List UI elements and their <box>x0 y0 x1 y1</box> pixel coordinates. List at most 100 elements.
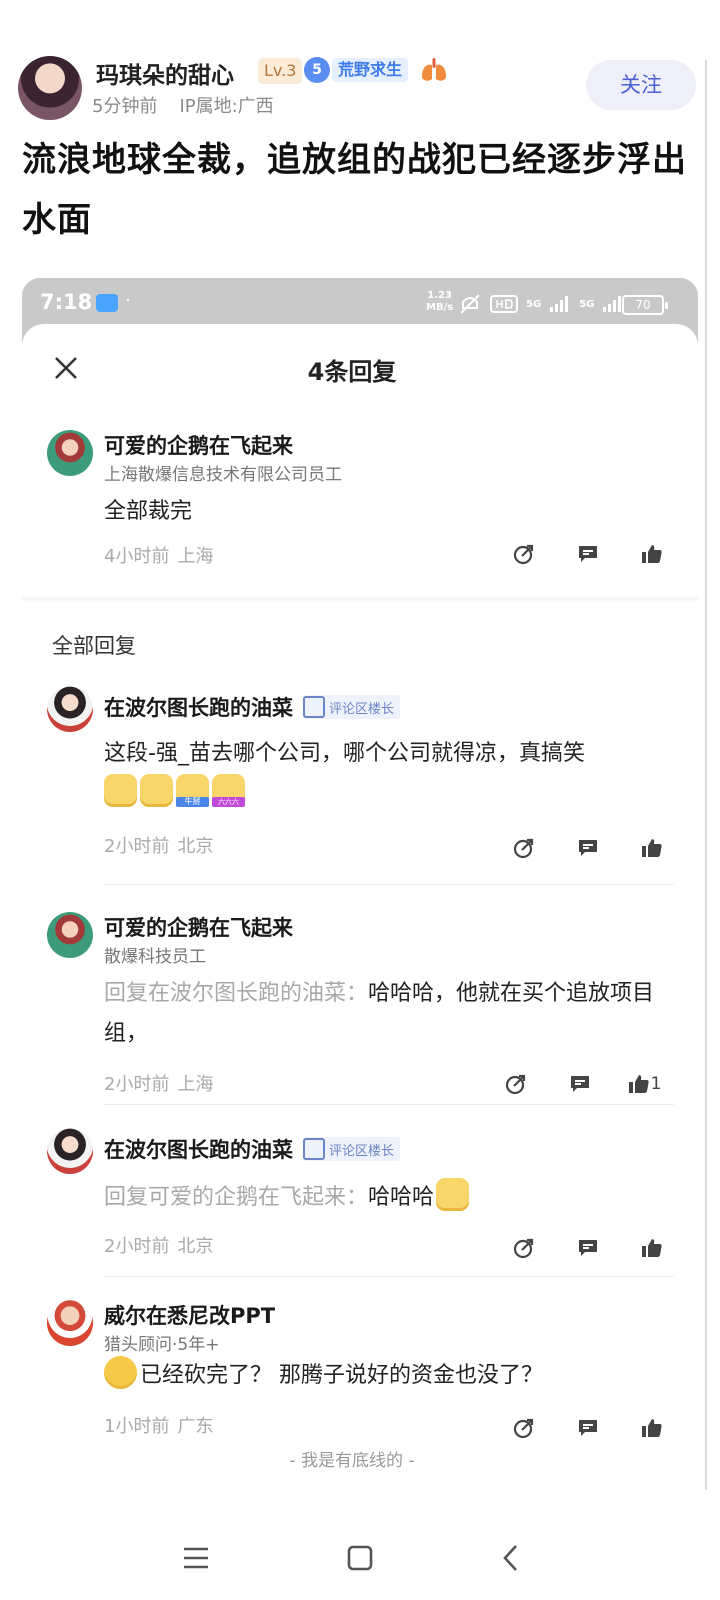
reply-item: 威尔在悉尼改PPT 猎头顾问·5年+ 已经砍完了？ 那腾子说好的资金也没了？ 1… <box>22 1300 698 1460</box>
embedded-screenshot[interactable]: 7:18 · 1.23 MB/s 5G 5G 70 4条回复 可爱的企鹅在飞起来… <box>22 278 698 1518</box>
avatar[interactable] <box>47 430 93 476</box>
badge-label: 评论区楼长 <box>329 701 395 717</box>
reply-button[interactable] <box>556 1236 620 1260</box>
comment-actions: 1 <box>484 1072 676 1096</box>
grin-emoji-icon <box>436 1178 470 1211</box>
comment-meta: 2小时前 上海 <box>104 1070 213 1096</box>
app-notification-icon <box>96 294 118 312</box>
commenter-name[interactable]: 可爱的企鹅在飞起来 <box>104 912 293 942</box>
avatar[interactable] <box>47 1300 93 1346</box>
net-speed-unit: MB/s <box>426 302 454 313</box>
share-button[interactable] <box>492 542 556 566</box>
follow-button[interactable]: 关注 <box>586 60 696 110</box>
thumbs-up-icon <box>642 545 662 563</box>
commenter-name-text: 可爱的企鹅在飞起来 <box>104 916 293 940</box>
reply-button[interactable] <box>548 1072 612 1096</box>
thumbs-up-icon <box>642 839 662 857</box>
comment-text: 这段-强_苗去哪个公司，哪个公司就得凉，真搞笑 牛掰 六六六 <box>104 734 664 814</box>
reply-button[interactable] <box>556 836 620 860</box>
commenter-name-text: 可爱的企鹅在飞起来 <box>104 434 293 458</box>
status-icons: 5G 5G <box>458 292 624 316</box>
avatar[interactable] <box>47 686 93 732</box>
system-navbar <box>0 1518 720 1600</box>
comment-text: 已经砍完了？ 那腾子说好的资金也没了？ <box>104 1356 664 1396</box>
comment-location: 上海 <box>177 1074 214 1095</box>
comment-icon <box>571 1076 589 1092</box>
comment-actions <box>492 836 684 860</box>
comment-text-content: 哈哈哈 <box>368 1185 435 1210</box>
commenter-name[interactable]: 在波尔图长跑的油菜 评论区楼长 <box>104 692 401 722</box>
status-dot-icon: · <box>125 290 131 311</box>
net-speed-value: 1.23 <box>427 290 452 301</box>
mute-icon <box>460 294 480 314</box>
medal-label: 荒野求生 <box>332 58 409 82</box>
badge-icon <box>303 1138 325 1160</box>
replies-sheet: 4条回复 可爱的企鹅在飞起来 上海散爆信息技术有限公司员工 全部裁完 4小时前上… <box>22 324 698 1518</box>
menu-icon[interactable] <box>176 1538 216 1578</box>
post-title: 流浪地球全裁，追放组的战犯已经逐步浮出水面 <box>22 140 687 240</box>
commenter-name-text: 在波尔图长跑的油菜 <box>104 1138 293 1162</box>
share-button[interactable] <box>492 1416 556 1440</box>
reply-button[interactable] <box>556 542 620 566</box>
avatar[interactable] <box>47 912 93 958</box>
comment-meta: 4小时前 上海 <box>104 542 213 568</box>
share-button[interactable] <box>492 836 556 860</box>
reply-prefix[interactable]: 回复在波尔图长跑的油菜： <box>104 981 368 1006</box>
floor-owner-badge: 评论区楼长 <box>303 1137 401 1161</box>
share-icon <box>513 838 534 859</box>
like-button[interactable] <box>620 1416 684 1440</box>
tears-of-joy-emoji-icon <box>104 1356 137 1389</box>
like-button[interactable] <box>620 836 684 860</box>
reply-divider <box>104 1276 674 1277</box>
emoji-label: 牛掰 <box>176 797 209 807</box>
666-emoji-icon: 六六六 <box>212 774 245 807</box>
post-meta: 5分钟前 IP属地:广西 <box>92 92 274 118</box>
thumbs-up-icon <box>628 1075 649 1093</box>
avatar[interactable] <box>47 1128 93 1174</box>
signal-2-label: 5G <box>579 298 595 310</box>
medal-badge: 5 荒野求生 <box>304 56 409 84</box>
commenter-name-text: 威尔在悉尼改PPT <box>104 1304 276 1328</box>
comment-text-content: 这段-强_苗去哪个公司，哪个公司就得凉，真搞笑 <box>104 741 585 766</box>
like-button[interactable] <box>620 542 684 566</box>
like-button[interactable]: 1 <box>612 1072 676 1096</box>
commenter-name[interactable]: 威尔在悉尼改PPT <box>104 1300 275 1330</box>
commenter-name-text: 在波尔图长跑的油菜 <box>104 696 293 720</box>
section-title: 全部回复 <box>52 634 136 658</box>
reply-prefix[interactable]: 回复可爱的企鹅在飞起来： <box>104 1185 368 1210</box>
comment-text: 回复在波尔图长跑的油菜：哈哈哈，他就在买个追放项目组， <box>104 974 664 1054</box>
grin-emoji-icon <box>104 774 137 807</box>
status-time: 7:18 <box>40 290 93 314</box>
back-icon[interactable] <box>492 1538 532 1578</box>
home-icon[interactable] <box>340 1538 380 1578</box>
commenter-name[interactable]: 可爱的企鹅在飞起来 <box>104 430 293 460</box>
reply-item: 可爱的企鹅在飞起来 散爆科技员工 回复在波尔图长跑的油菜：哈哈哈，他就在买个追放… <box>22 912 698 1102</box>
commenter-name[interactable]: 在波尔图长跑的油菜 评论区楼长 <box>104 1134 401 1164</box>
medal-number: 5 <box>304 57 330 83</box>
author-name[interactable]: 玛琪朵的甜心 <box>96 56 234 90</box>
emoji-label: 六六六 <box>212 797 245 807</box>
like-count: 1 <box>650 1074 662 1094</box>
author-avatar[interactable] <box>18 56 82 120</box>
comment-location: 北京 <box>177 1236 214 1257</box>
embedded-status-bar: 7:18 · 1.23 MB/s 5G 5G 70 <box>22 278 698 330</box>
comment-text: 回复可爱的企鹅在飞起来：哈哈哈 <box>104 1178 664 1218</box>
comment-location: 北京 <box>177 836 214 857</box>
reply-button[interactable] <box>556 1416 620 1440</box>
share-button[interactable] <box>492 1236 556 1260</box>
comment-text: 全部裁完 <box>104 499 193 524</box>
comment-icon <box>579 1240 597 1256</box>
comment-icon <box>579 546 597 562</box>
post-header: 玛琪朵的甜心 Lv.3 5 荒野求生 5分钟前 IP属地:广西 关注 <box>0 0 720 130</box>
share-icon <box>513 1238 534 1259</box>
share-button[interactable] <box>484 1072 548 1096</box>
like-button[interactable] <box>620 1236 684 1260</box>
commenter-title: 散爆科技员工 <box>104 947 206 967</box>
section-divider <box>22 596 698 602</box>
comment-meta: 2小时前 北京 <box>104 1232 213 1258</box>
comment-meta: 2小时前 北京 <box>104 832 213 858</box>
scroll-edge <box>705 60 707 1490</box>
comment-actions <box>492 1416 684 1440</box>
reply-item: 在波尔图长跑的油菜 评论区楼长 回复可爱的企鹅在飞起来：哈哈哈 2小时前 北京 <box>22 1128 698 1278</box>
comment-location: 广东 <box>177 1416 214 1437</box>
